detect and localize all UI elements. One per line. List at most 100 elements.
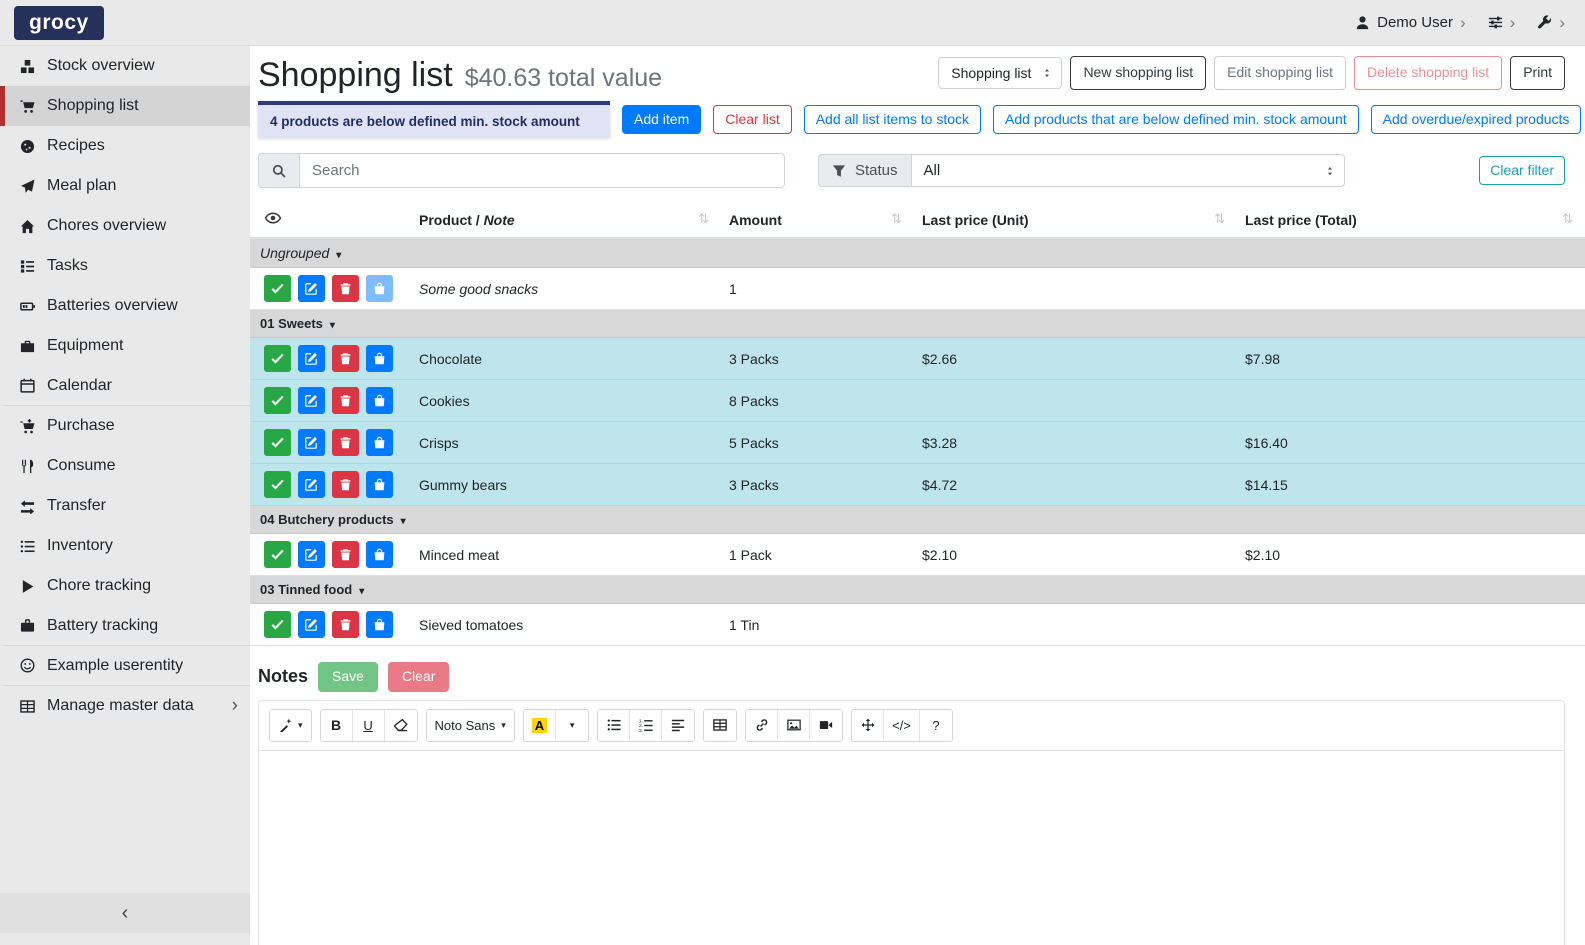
color-caret-button[interactable]: ▾	[556, 710, 588, 741]
eraser-button[interactable]	[385, 710, 417, 741]
add-item-button[interactable]: Add item	[622, 105, 701, 135]
notes-editor-area[interactable]	[259, 751, 1564, 945]
sidebar-item-manage-master-data[interactable]: Manage master data›	[0, 686, 250, 726]
row-add-to-stock-button[interactable]	[366, 541, 393, 568]
row-done-button[interactable]	[264, 387, 291, 414]
fullscreen-button[interactable]	[852, 710, 884, 741]
delete-shopping-list-button[interactable]: Delete shopping list	[1354, 56, 1502, 90]
row-edit-button[interactable]	[298, 275, 325, 302]
row-done-button[interactable]	[264, 429, 291, 456]
ol-button[interactable]: 1.2.3.	[630, 710, 662, 741]
row-actions-cell	[250, 534, 411, 576]
paragraph-button[interactable]	[662, 710, 694, 741]
sidebar-item-purchase[interactable]: Purchase	[0, 406, 250, 446]
col-header-amount[interactable]: Amount ⇅	[721, 202, 914, 238]
codeview-button[interactable]: </>	[884, 710, 920, 741]
save-notes-button[interactable]: Save	[318, 662, 378, 692]
clear-list-button[interactable]: Clear list	[713, 105, 791, 135]
settings-menu[interactable]: ›	[1488, 14, 1516, 31]
new-shopping-list-button[interactable]: New shopping list	[1070, 56, 1206, 90]
row-add-to-stock-button[interactable]	[366, 275, 393, 302]
row-delete-button[interactable]	[332, 611, 359, 638]
row-delete-button[interactable]	[332, 471, 359, 498]
sidebar-item-calendar[interactable]: Calendar	[0, 366, 250, 406]
row-edit-button[interactable]	[298, 345, 325, 372]
row-edit-button[interactable]	[298, 471, 325, 498]
col-header-product[interactable]: Product / Note ⇅	[411, 202, 721, 238]
col-header-last-price-total[interactable]: Last price (Total) ⇅	[1237, 202, 1585, 238]
shopping-list-select[interactable]: Shopping list	[938, 57, 1062, 89]
row-add-to-stock-button[interactable]	[366, 429, 393, 456]
sidebar-item-stock-overview[interactable]: Stock overview	[0, 46, 250, 86]
trash-icon	[339, 618, 352, 631]
table-button[interactable]	[704, 710, 736, 741]
clear-notes-button[interactable]: Clear	[388, 662, 449, 692]
underline-button[interactable]: U	[353, 710, 385, 741]
sidebar-item-chore-tracking[interactable]: Chore tracking	[0, 566, 250, 606]
add-below-min-stock-button[interactable]: Add products that are below defined min.…	[993, 105, 1359, 135]
color-button[interactable]: A	[524, 710, 556, 741]
print-button[interactable]: Print	[1510, 56, 1565, 90]
sidebar-item-equipment[interactable]: Equipment	[0, 326, 250, 366]
bold-button[interactable]: B	[321, 710, 353, 741]
row-delete-button[interactable]	[332, 387, 359, 414]
sidebar-item-transfer[interactable]: Transfer	[0, 486, 250, 526]
clear-filter-button[interactable]: Clear filter	[1479, 156, 1565, 186]
row-done-button[interactable]	[264, 471, 291, 498]
col-header-visibility[interactable]	[250, 202, 411, 238]
group-row-03-tinned-food[interactable]: 03 Tinned food▾	[250, 576, 1585, 604]
sidebar-item-consume[interactable]: Consume	[0, 446, 250, 486]
group-row-01-sweets[interactable]: 01 Sweets▾	[250, 310, 1585, 338]
sidebar-item-tasks[interactable]: Tasks	[0, 246, 250, 286]
last-price-unit-cell: $4.72	[914, 464, 1237, 506]
row-done-button[interactable]	[264, 275, 291, 302]
row-edit-button[interactable]	[298, 541, 325, 568]
sidebar-item-shopping-list[interactable]: Shopping list	[0, 86, 250, 126]
video-button[interactable]	[810, 710, 842, 741]
sidebar-item-inventory[interactable]: Inventory	[0, 526, 250, 566]
sidebar-item-battery-tracking[interactable]: Battery tracking	[0, 606, 250, 646]
user-menu[interactable]: Demo User ›	[1355, 14, 1466, 31]
ul-button[interactable]	[598, 710, 630, 741]
search-input[interactable]	[299, 153, 785, 188]
help-button[interactable]: ?	[920, 710, 952, 741]
magic-icon	[278, 718, 292, 732]
add-all-to-stock-button[interactable]: Add all list items to stock	[804, 105, 981, 135]
row-add-to-stock-button[interactable]	[366, 611, 393, 638]
row-add-to-stock-button[interactable]	[366, 345, 393, 372]
check-icon	[271, 548, 284, 561]
check-icon	[271, 282, 284, 295]
sidebar-item-example-userentity[interactable]: Example userentity	[0, 646, 250, 686]
col-header-last-price-unit[interactable]: Last price (Unit) ⇅	[914, 202, 1237, 238]
row-done-button[interactable]	[264, 611, 291, 638]
picture-button[interactable]	[778, 710, 810, 741]
pencil-icon	[305, 478, 318, 491]
sidebar-item-chores-overview[interactable]: Chores overview	[0, 206, 250, 246]
magic-button[interactable]: ▾	[270, 710, 311, 741]
row-done-button[interactable]	[264, 541, 291, 568]
link-button[interactable]	[746, 710, 778, 741]
row-edit-button[interactable]	[298, 387, 325, 414]
group-row-04-butchery-products[interactable]: 04 Butchery products▾	[250, 506, 1585, 534]
row-delete-button[interactable]	[332, 345, 359, 372]
add-overdue-button[interactable]: Add overdue/expired products	[1371, 105, 1582, 135]
sidebar-item-batteries-overview[interactable]: Batteries overview	[0, 286, 250, 326]
sidebar-item-recipes[interactable]: Recipes	[0, 126, 250, 166]
group-row-ungrouped[interactable]: Ungrouped▾	[250, 238, 1585, 268]
row-done-button[interactable]	[264, 345, 291, 372]
row-delete-button[interactable]	[332, 541, 359, 568]
sidebar-item-meal-plan[interactable]: Meal plan	[0, 166, 250, 206]
collapse-sidebar-button[interactable]: ‹	[0, 893, 250, 933]
row-edit-button[interactable]	[298, 429, 325, 456]
table-row-minced-meat: Minced meat1 Pack$2.10$2.10	[250, 534, 1585, 576]
row-add-to-stock-button[interactable]	[366, 387, 393, 414]
fontname-button[interactable]: Noto Sans▾	[427, 710, 514, 741]
row-delete-button[interactable]	[332, 429, 359, 456]
row-edit-button[interactable]	[298, 611, 325, 638]
row-add-to-stock-button[interactable]	[366, 471, 393, 498]
app-logo[interactable]: grocy	[14, 6, 104, 40]
status-select[interactable]: All	[911, 154, 1345, 187]
admin-menu[interactable]: ›	[1537, 14, 1565, 31]
edit-shopping-list-button[interactable]: Edit shopping list	[1214, 56, 1346, 90]
row-delete-button[interactable]	[332, 275, 359, 302]
